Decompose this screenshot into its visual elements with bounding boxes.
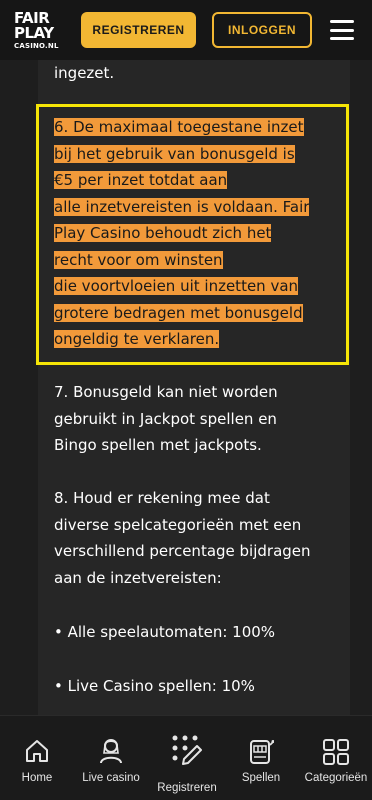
nav-home-label: Home (21, 772, 53, 784)
nav-categories-label: Categorieën (304, 772, 368, 784)
term-8-line: diverse spelcategorieën met een (54, 515, 302, 534)
grid-icon (323, 739, 349, 765)
term-6-line: bij het gebruik van bonusgeld is (54, 144, 295, 163)
term-8-line: verschillend percentage bijdragen (54, 542, 311, 560)
term-6-line: recht voor om winsten (54, 250, 223, 269)
term-6-line: 6. De maximaal toegestane inzet (54, 118, 304, 136)
nav-live-casino-label: Live casino (82, 772, 140, 784)
nav-categories[interactable]: Categorieën (300, 716, 372, 800)
term-8-line: aan de inzetvereisten: (54, 568, 222, 587)
term-6-line: ongeldig te verklaren. (54, 330, 220, 348)
term-7-line: 7. Bonusgeld kan niet worden (54, 383, 278, 401)
nav-live-casino[interactable]: Live casino (76, 716, 146, 800)
home-icon (26, 740, 48, 762)
term-6-line: die voortvloeien uit inzetten van (54, 277, 299, 295)
intro-tail-text: ingezet. (54, 64, 115, 82)
menu-icon-bar (330, 28, 354, 32)
nav-register-label: Registreren (157, 782, 217, 794)
dealer-icon (100, 739, 122, 764)
bottom-navigation: Home Live casino Registreren Spellen Cat… (0, 715, 372, 800)
nav-register[interactable]: Registreren (152, 716, 222, 800)
logo-text-play: PLAY (14, 23, 54, 42)
term-6-line: €5 per inzet totdat aan (54, 171, 228, 189)
term-8-line: 8. Houd er rekening mee dat (54, 489, 270, 507)
nav-games[interactable]: Spellen (230, 716, 292, 800)
fairplay-logo[interactable]: FAIR PLAY CASINO.NL (14, 7, 72, 53)
term-6-line: alle inzetvereisten is voldaan. Fair (54, 197, 310, 216)
slot-machine-icon (250, 740, 274, 764)
menu-icon-bar (330, 20, 354, 23)
bullet-live-casino: • Live Casino spellen: 10% (54, 677, 255, 695)
bullet-slots: • Alle speelautomaten: 100% (54, 623, 276, 641)
register-icon (172, 735, 202, 765)
term-6-line: grotere bedragen met bonusgeld (54, 303, 303, 322)
term-7-line: Bingo spellen met jackpots. (54, 436, 262, 454)
term-8: 8. Houd er rekening mee dat diverse spel… (54, 485, 344, 591)
term-7-line: gebruikt in Jackpot spellen en (54, 409, 277, 428)
logo-text-domain: CASINO.NL (14, 41, 59, 50)
menu-icon-bar (330, 37, 354, 40)
term-6-line: Play Casino behoudt zich het (54, 224, 272, 242)
menu-icon[interactable] (330, 20, 354, 40)
term-7: 7. Bonusgeld kan niet worden gebruikt in… (54, 379, 344, 459)
term-6-highlighted: 6. De maximaal toegestane inzet bij het … (54, 114, 344, 353)
top-header: FAIR PLAY CASINO.NL REGISTREREN INLOGGEN (0, 0, 372, 60)
login-button[interactable]: INLOGGEN (212, 12, 312, 48)
terms-content[interactable]: ingezet. 6. De maximaal toegestane inzet… (0, 60, 372, 715)
nav-games-label: Spellen (241, 772, 281, 784)
register-button[interactable]: REGISTREREN (81, 12, 196, 48)
nav-home[interactable]: Home (8, 716, 66, 800)
